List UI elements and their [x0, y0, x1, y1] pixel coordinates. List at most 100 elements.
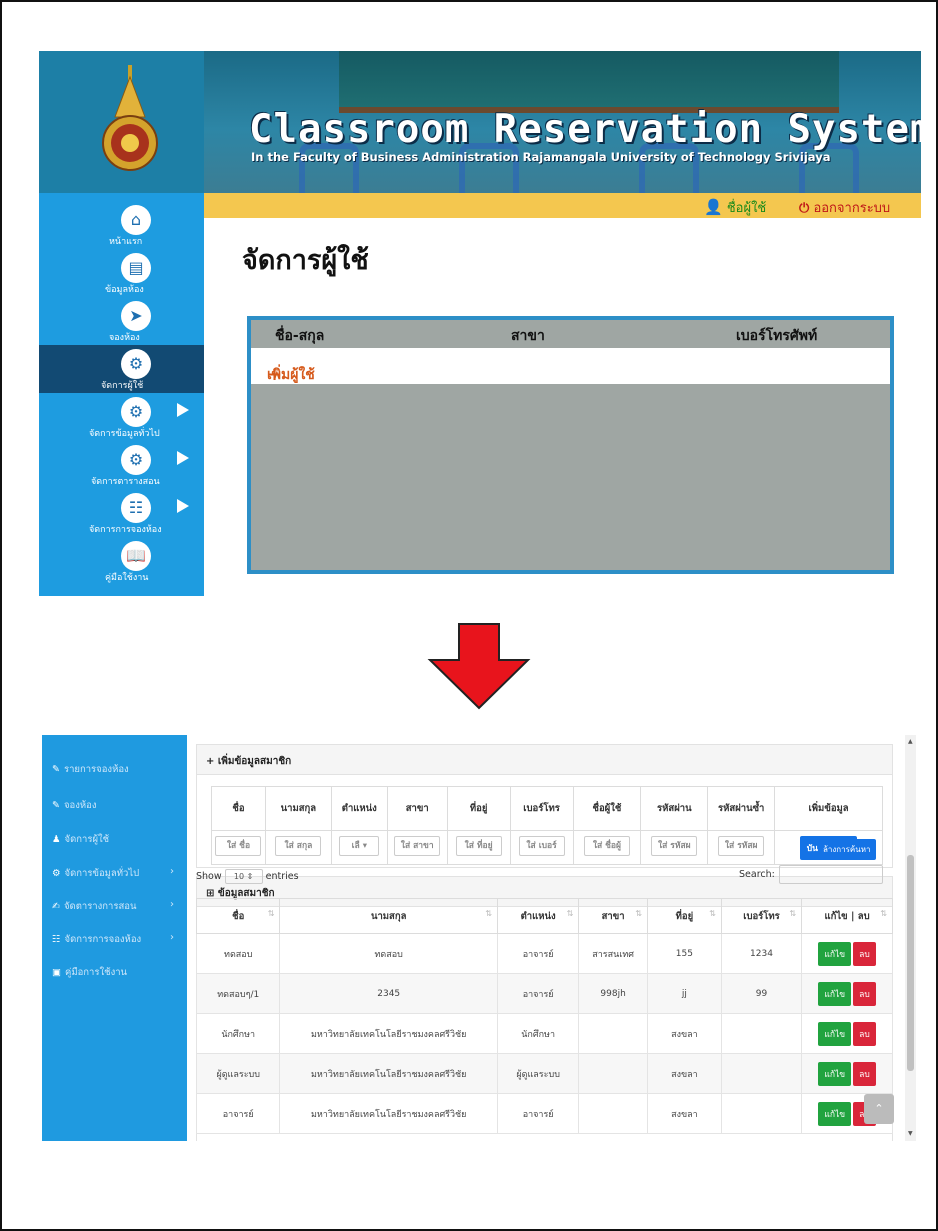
pencil-icon: ✎ — [52, 764, 60, 775]
column-header-label: แก้ไข | ลบ — [824, 910, 870, 922]
nav-label: จัดการตารางสอน — [91, 477, 160, 487]
form-header: เบอร์โทร — [509, 786, 574, 831]
entries-label: entries — [265, 871, 299, 882]
search-input[interactable] — [779, 865, 883, 884]
chevron-up-icon: ⌃ — [874, 1102, 884, 1115]
branch-input[interactable]: ใส่ สาขา — [394, 836, 441, 856]
sidebar-item-reservations[interactable]: ✎ รายการจองห้อง — [52, 762, 129, 777]
back-to-top-button[interactable]: ⌃ — [864, 1094, 894, 1124]
logo-area — [39, 51, 204, 193]
table-cell — [578, 1093, 648, 1134]
sidebar-item-schedule[interactable]: ✍ จัดตารางการสอน — [52, 899, 136, 914]
sort-icon: ⇅ — [789, 909, 797, 918]
delete-button[interactable]: ลบ — [853, 941, 876, 966]
column-header[interactable]: นามสกุล ⇅ — [279, 898, 498, 934]
caret-updown-icon: ⇕ — [246, 872, 254, 881]
scrollbar[interactable]: ▲ ▼ — [905, 735, 916, 1141]
user-name-link[interactable]: 👤 ชื่อผู้ใช้ — [704, 197, 766, 218]
delete-button[interactable]: ลบ — [853, 1061, 876, 1086]
table-cell: 99 — [720, 973, 803, 1014]
table-cell: อาจารย์ — [496, 973, 580, 1014]
add-member-card: + เพิ่มข้อมูลสมาชิก ชื่อ นามสกุล ตำแหน่ง… — [196, 744, 893, 868]
sort-icon: ⇅ — [267, 909, 275, 918]
confirm-password-input[interactable]: ใส่ รหัสผ — [718, 836, 765, 856]
nav-room-info[interactable]: ▤ ข้อมูลห้อง — [39, 249, 204, 297]
address-input[interactable]: ใส่ ที่อยู่ — [455, 836, 502, 856]
column-header[interactable]: ที่อยู่ ⇅ — [646, 898, 722, 934]
bottom-sidebar: ✎ รายการจองห้อง ✎ จองห้อง ♟ จัดการผู้ใช้ ⚙ จ… — [42, 735, 187, 1141]
show-label: Show — [196, 871, 222, 882]
sidebar-item-label: จัดตารางการสอน — [63, 901, 137, 912]
cogs-icon: ⚙ — [52, 868, 61, 879]
actions-cell: แก้ไขลบ — [801, 933, 893, 974]
logout-link[interactable]: ⏻ ออกจากระบบ — [799, 197, 890, 218]
sidebar-item-label: จัดการผู้ใช้ — [64, 834, 110, 845]
edit-button[interactable]: แก้ไข — [818, 981, 852, 1006]
table-row: ทดสอบๆ/1 2345 อาจารย์ 998jh jj 99 แก้ไข ลบ — [195, 973, 893, 1014]
nav-label: จัดการการจองห้อง — [89, 525, 162, 535]
table-cell: สงขลา — [646, 1053, 722, 1094]
sidebar-item-reservation-mgmt[interactable]: ☷ จัดการการจองห้อง — [52, 932, 141, 947]
scroll-down-icon[interactable]: ▼ — [908, 1130, 913, 1137]
table-cell: ทดสอบ — [195, 933, 281, 974]
page-length-select[interactable]: 10 ⇕ — [224, 869, 263, 884]
column-header[interactable]: สาขา ⇅ — [578, 898, 648, 934]
file-icon: ▣ — [52, 967, 61, 978]
position-select[interactable]: เลื ▾ — [339, 836, 380, 856]
add-user-row[interactable]: + เพิ่มผู้ใช้ — [251, 348, 890, 385]
clear-search-button[interactable]: ล้างการค้นหา — [818, 839, 876, 860]
sidebar-item-general[interactable]: ⚙ จัดการข้อมูลทั่วไป — [52, 866, 139, 881]
column-header[interactable]: เบอร์โทร ⇅ — [720, 898, 803, 934]
nav-label: หน้าแรก — [109, 237, 143, 247]
nav-book-room[interactable]: ➤ จองห้อง — [39, 297, 204, 345]
sidebar-item-book-room[interactable]: ✎ จองห้อง — [52, 798, 97, 813]
sidebar-item-manual[interactable]: ▣ คู่มือการใช้งาน — [52, 965, 127, 980]
table-cell: นักศึกษา — [195, 1013, 281, 1054]
nav-manual[interactable]: 📖 คู่มือใช้งาน — [39, 537, 204, 585]
nav-manage-schedule[interactable]: ⚙ จัดการตารางสอน — [39, 441, 204, 489]
nav-manage-users[interactable]: ⚙ จัดการผู้ใช้ — [39, 345, 204, 393]
chevron-right-icon: › — [170, 866, 174, 877]
edit-button[interactable]: แก้ไข — [818, 1061, 852, 1086]
search-control: Search: — [739, 865, 883, 884]
table-cell: ทดสอบๆ/1 — [195, 973, 281, 1014]
nav-manage-general[interactable]: ⚙ จัดการข้อมูลทั่วไป — [39, 393, 204, 441]
edit-button[interactable]: แก้ไข — [818, 1101, 852, 1126]
logout-label: ออกจากระบบ — [813, 201, 891, 216]
password-input[interactable]: ใส่ รหัสผ — [651, 836, 698, 856]
sort-icon: ⇅ — [566, 909, 574, 918]
edit-button[interactable]: แก้ไข — [818, 1021, 852, 1046]
table-cell — [578, 1053, 648, 1094]
table-cell: อาจารย์ — [195, 1093, 281, 1134]
arrow-right-icon — [177, 499, 189, 513]
table-cell: สงขลา — [646, 1093, 722, 1134]
form-header: สาขา — [386, 786, 448, 831]
scrollbar-thumb[interactable] — [907, 855, 914, 1071]
chevron-right-icon: › — [170, 899, 174, 910]
actions-cell: แก้ไขลบ — [801, 1053, 893, 1094]
sitemap-icon: ☷ — [121, 493, 151, 523]
user-name-label: ชื่อผู้ใช้ — [726, 201, 767, 216]
actions-cell: แก้ไขลบ — [801, 1013, 893, 1054]
column-header[interactable]: ชื่อ ⇅ — [195, 898, 281, 934]
phone-input[interactable]: ใส่ เบอร์ — [518, 836, 565, 856]
last-name-input[interactable]: ใส่ สกุล — [275, 836, 322, 856]
members-table-body: ทดสอบ ทดสอบ อาจารย์ สารสนเทศ 155 1234 แก้ไข ลบท… — [195, 933, 893, 1134]
scroll-up-icon[interactable]: ▲ — [908, 738, 913, 745]
edit-button[interactable]: แก้ไข — [818, 941, 852, 966]
table-cell: 998jh — [578, 973, 648, 1014]
delete-button[interactable]: ลบ — [853, 981, 876, 1006]
nav-home[interactable]: ⌂ หน้าแรก — [39, 201, 204, 249]
column-header[interactable]: ตำแหน่ง ⇅ — [496, 898, 580, 934]
user-icon: 👤 — [704, 198, 723, 216]
username-input[interactable]: ใส่ ชื่อผู้ — [583, 836, 630, 856]
table-cell: ทดสอบ — [279, 933, 498, 974]
table-cell: jj — [646, 973, 722, 1014]
nav-manage-reservation[interactable]: ☷ จัดการการจองห้อง — [39, 489, 204, 537]
sidebar-item-users[interactable]: ♟ จัดการผู้ใช้ — [52, 832, 109, 847]
column-header[interactable]: แก้ไข | ลบ ⇅ — [801, 898, 893, 934]
table-cell: 155 — [646, 933, 722, 974]
delete-button[interactable]: ลบ — [853, 1021, 876, 1046]
first-name-input[interactable]: ใส่ ชื่อ — [215, 836, 262, 856]
table-cell: มหาวิทยาลัยเทคโนโลยีราชมงคลศรีวิชัย — [279, 1013, 498, 1054]
